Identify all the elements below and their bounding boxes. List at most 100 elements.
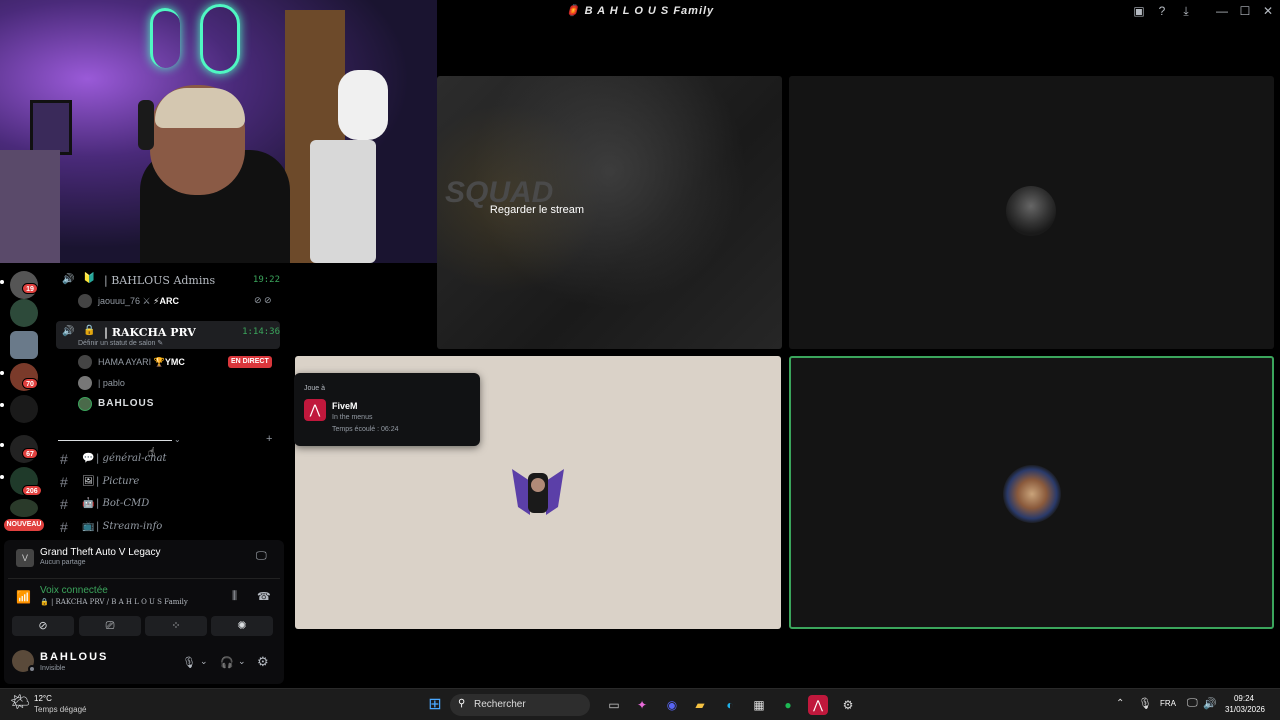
- noise-suppression-icon[interactable]: ⫼: [232, 590, 237, 603]
- unread-indicator: [0, 280, 4, 284]
- chevron-up-icon[interactable]: ⌃: [1116, 698, 1124, 709]
- text-channel[interactable]: # 🤖 | Bot-CMD: [56, 494, 280, 514]
- chevron-down-icon[interactable]: ⌄: [238, 656, 246, 667]
- search-placeholder: Rechercher: [474, 699, 526, 710]
- cap: [155, 88, 245, 128]
- activity-state: In the menus: [332, 414, 373, 421]
- voice-channel-admins[interactable]: 🔊 🔰 | BAHLOUS Admins 19:22: [56, 269, 280, 291]
- speaking-user-tile[interactable]: [789, 356, 1274, 629]
- weather-icon[interactable]: 🌤: [10, 692, 30, 712]
- clock-time: 09:24: [1233, 694, 1255, 703]
- fivem-icon: ⋀: [304, 399, 326, 421]
- store-icon[interactable]: ▦: [749, 695, 769, 715]
- activity-elapsed: Temps écoulé : 06:24: [332, 426, 399, 433]
- server-icon[interactable]: [10, 499, 38, 517]
- maximize-icon[interactable]: ☐: [1237, 3, 1253, 19]
- channel-list: 🔊 🔰 | BAHLOUS Admins 19:22 jaouuu_76 ⚔ ⚡…: [52, 263, 284, 540]
- voice-channel-name: | BAHLOUS Admins: [104, 274, 216, 287]
- voice-member[interactable]: | pablo: [78, 375, 278, 393]
- voice-connected-label[interactable]: Voix connectée: [40, 585, 108, 596]
- file-explorer-icon[interactable]: ▰: [690, 695, 710, 715]
- headphones-icon[interactable]: 🎧: [220, 656, 234, 669]
- disconnect-icon[interactable]: ☎: [257, 590, 271, 603]
- monitor-icon[interactable]: 🖵: [1187, 697, 1198, 710]
- watch-stream-label[interactable]: Regarder le stream: [437, 204, 637, 216]
- server-icon[interactable]: [10, 395, 38, 423]
- add-channel-icon[interactable]: +: [266, 433, 272, 445]
- microphone-icon[interactable]: 🎙: [1138, 697, 1152, 710]
- air-purifier: [310, 140, 376, 263]
- gear-icon[interactable]: ⚙: [257, 654, 269, 670]
- server-icon[interactable]: [10, 299, 38, 327]
- channel-name: | Stream-info: [96, 521, 163, 532]
- windows-start-icon[interactable]: ⊞: [425, 695, 445, 715]
- category-divider: [58, 440, 172, 441]
- voice-channel-name: | RAKCHA PRV: [104, 326, 196, 339]
- poster: [30, 100, 72, 155]
- channel-name: | général-chat: [96, 453, 167, 464]
- game-icon: V: [16, 549, 34, 567]
- live-badge: EN DIRECT: [228, 356, 272, 368]
- cow-plush: [338, 70, 388, 140]
- fivem-icon[interactable]: ⋀: [808, 695, 828, 715]
- neon-light: [150, 8, 180, 68]
- help-icon[interactable]: ?: [1154, 3, 1170, 19]
- steam-icon[interactable]: ⚙: [838, 695, 858, 715]
- username: BAHLOUS: [40, 651, 109, 663]
- inbox-icon[interactable]: ▣: [1131, 3, 1147, 19]
- hash-icon: #: [60, 496, 68, 512]
- voice-tile[interactable]: [789, 76, 1274, 349]
- screen-share-button[interactable]: ⎚: [79, 616, 141, 636]
- language-indicator[interactable]: FRA: [1160, 699, 1176, 708]
- clock-date: 31/03/2026: [1224, 705, 1266, 714]
- task-view-icon[interactable]: ▭: [604, 695, 624, 715]
- activity-panel-game: Grand Theft Auto V Legacy: [40, 547, 161, 558]
- server-icon[interactable]: [10, 331, 38, 359]
- copilot-icon[interactable]: ✦: [632, 695, 652, 715]
- set-status-hint[interactable]: Définir un statut de salon ✎: [78, 339, 163, 347]
- lock-icon: 🔒: [83, 325, 96, 336]
- search-icon: ⚲: [458, 698, 466, 709]
- download-icon[interactable]: ⤓: [1178, 3, 1194, 19]
- edge-icon[interactable]: ◐: [720, 695, 740, 715]
- neon-light: [200, 4, 240, 74]
- mention-badge: 67: [22, 448, 38, 459]
- text-channel[interactable]: # 🖼 | Picture: [56, 472, 280, 492]
- voice-channel-rakcha[interactable]: 🔊 🔒 | RAKCHA PRV 1:14:36 Définir un stat…: [56, 321, 280, 349]
- volume-icon[interactable]: 🔊: [1203, 697, 1217, 710]
- voice-channel-timer: 1:14:36: [242, 327, 280, 337]
- chevron-down-icon[interactable]: ⌄: [200, 656, 208, 667]
- voice-member[interactable]: BAHLOUS: [78, 396, 278, 414]
- text-channel[interactable]: # 💬 | général-chat: [56, 449, 280, 469]
- hash-icon: #: [60, 451, 68, 467]
- chevron-down-icon[interactable]: ⌄: [174, 435, 181, 444]
- text-channel[interactable]: # 📺 | Stream-info: [56, 517, 280, 537]
- spotify-icon[interactable]: ●: [778, 695, 798, 715]
- microphone-icon[interactable]: 🎙: [182, 656, 196, 669]
- speaker-icon: 🔊: [62, 326, 75, 337]
- camera-off-button[interactable]: ⊘: [12, 616, 74, 636]
- app-title-text: B A H L O U S Family: [584, 5, 715, 17]
- discord-icon[interactable]: ◉: [662, 695, 682, 715]
- voice-member[interactable]: jaouuu_76 ⚔ ⚡ARC ⊘ ⊘: [78, 293, 278, 311]
- voice-member[interactable]: HAMA AYARI 🏆YMC EN DIRECT: [78, 354, 302, 372]
- search-box[interactable]: ⚲ Rechercher: [450, 694, 590, 716]
- headphones: [138, 100, 154, 150]
- mention-badge: 206: [22, 485, 42, 496]
- user-panel: V Grand Theft Auto V Legacy Aucun partag…: [4, 540, 284, 684]
- share-screen-icon[interactable]: 🖵: [256, 550, 267, 563]
- member-name: jaouuu_76 ⚔ ⚡ARC: [98, 296, 179, 306]
- activities-button[interactable]: ⁘: [145, 616, 207, 636]
- activity-card: Joue à ⋀ FiveM In the menus Temps écoulé…: [294, 373, 480, 446]
- minimize-icon[interactable]: —: [1214, 3, 1230, 19]
- member-name: HAMA AYARI 🏆YMC: [98, 357, 185, 367]
- unread-indicator: [0, 475, 4, 479]
- voice-channel-path: 🔒 | RAKCHA PRV / B A H L O U S Family: [40, 598, 188, 606]
- mention-badge: 19: [22, 283, 38, 294]
- bed: [0, 150, 60, 263]
- stream-tile[interactable]: SQUAD Regarder le stream: [437, 76, 782, 349]
- avatar: [1003, 465, 1061, 523]
- member-name: BAHLOUS: [98, 398, 155, 409]
- close-icon[interactable]: ✕: [1260, 3, 1276, 19]
- soundboard-button[interactable]: ✺: [211, 616, 273, 636]
